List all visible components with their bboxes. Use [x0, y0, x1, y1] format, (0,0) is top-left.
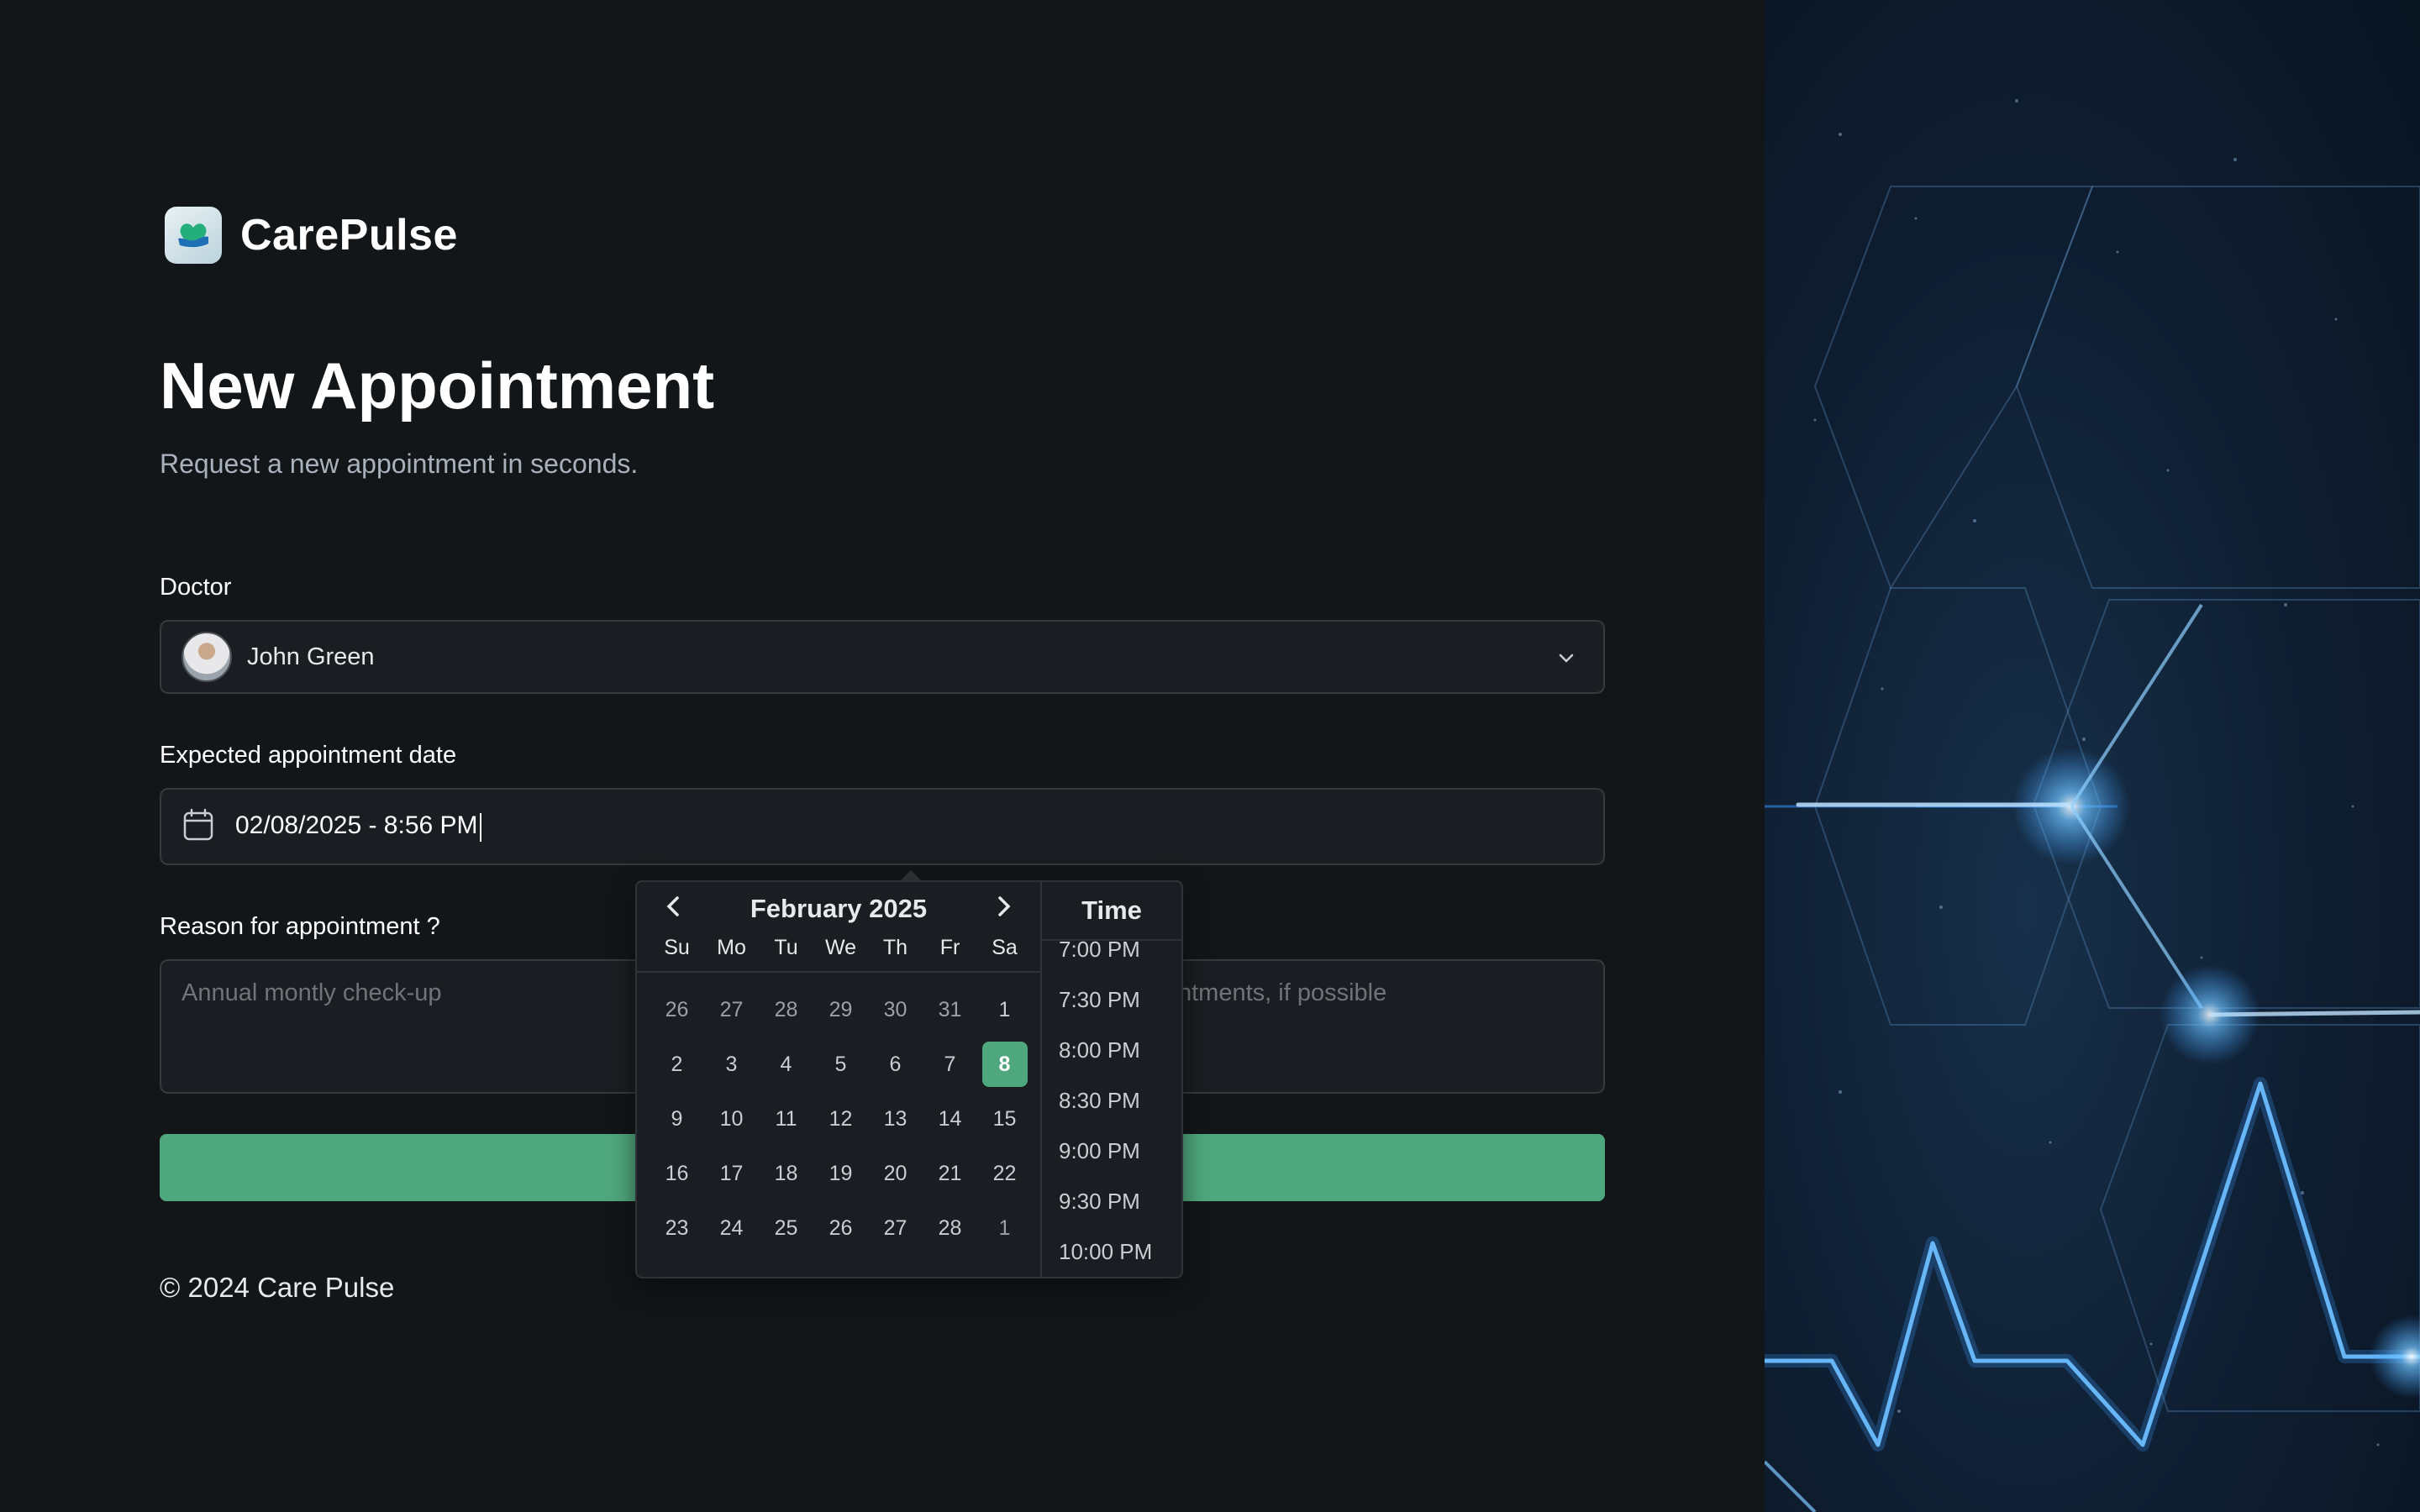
- weekday-label: Tu: [774, 936, 798, 959]
- calendar-day[interactable]: 31: [923, 983, 977, 1037]
- date-input[interactable]: 02/08/2025 - 8:56 PM: [160, 788, 1605, 865]
- calendar-day[interactable]: 1: [977, 983, 1032, 1037]
- calendar-day[interactable]: 18: [759, 1147, 813, 1201]
- calendar-month-label: February 2025: [750, 894, 928, 923]
- calendar-day[interactable]: 13: [868, 1092, 923, 1147]
- heart-hand-logo-icon: [165, 207, 222, 264]
- time-panel: Time 7:00 PM 7:30 PM 8:00 PM 8:30 PM 9:00 PM…: [1042, 882, 1181, 1277]
- doctor-avatar: [182, 632, 232, 682]
- weekday-label: Sa: [992, 936, 1018, 959]
- doctor-label: Doctor: [160, 574, 232, 601]
- calendar-day[interactable]: 26: [650, 983, 704, 1037]
- brand-name: CarePulse: [240, 211, 458, 260]
- weekday-label: We: [824, 936, 857, 959]
- calendar-day-selected[interactable]: 8: [977, 1037, 1032, 1092]
- hero-image: [1765, 0, 2420, 1512]
- calendar-day[interactable]: 29: [813, 983, 868, 1037]
- time-option[interactable]: 10:00 PM: [1042, 1226, 1181, 1277]
- time-option[interactable]: 9:00 PM: [1042, 1126, 1181, 1176]
- calendar-header: February 2025: [637, 882, 1040, 936]
- chevron-down-icon[interactable]: [1555, 647, 1578, 675]
- calendar-day[interactable]: 5: [813, 1037, 868, 1092]
- time-option[interactable]: 8:00 PM: [1042, 1025, 1181, 1075]
- time-option[interactable]: 9:30 PM: [1042, 1176, 1181, 1226]
- calendar-day[interactable]: 27: [704, 983, 759, 1037]
- brand-logo: CarePulse: [165, 207, 458, 264]
- weekday-label: Th: [882, 936, 908, 959]
- doctor-selected-value: John Green: [247, 643, 375, 670]
- calendar-day[interactable]: 14: [923, 1092, 977, 1147]
- reason-label: Reason for appointment ?: [160, 913, 440, 940]
- page-title: New Appointment: [160, 349, 715, 423]
- calendar-day[interactable]: 2: [650, 1037, 704, 1092]
- calendar-day[interactable]: 16: [650, 1147, 704, 1201]
- chevron-right-icon[interactable]: [993, 894, 1015, 924]
- calendar-day[interactable]: 19: [813, 1147, 868, 1201]
- calendar-day[interactable]: 20: [868, 1147, 923, 1201]
- weekday-label: Fr: [939, 936, 960, 959]
- time-option[interactable]: 7:00 PM: [1042, 937, 1181, 974]
- calendar-day[interactable]: 12: [813, 1092, 868, 1147]
- date-input-value[interactable]: 02/08/2025 - 8:56 PM: [235, 811, 481, 842]
- calendar-day[interactable]: 30: [868, 983, 923, 1037]
- calendar-day[interactable]: 27: [868, 1201, 923, 1256]
- time-header: Time: [1042, 882, 1181, 941]
- calendar-day[interactable]: 7: [923, 1037, 977, 1092]
- chevron-left-icon[interactable]: [662, 894, 684, 924]
- datepicker-popover: February 2025 Su Mo Tu We Th Fr Sa 26 27 28 29 30 3…: [635, 880, 1183, 1278]
- date-label: Expected appointment date: [160, 742, 457, 769]
- calendar-days: 26 27 28 29 30 31 1 2 3 4 5 6 7 8 9 10 11 12 13 14 15 16 17 18 1…: [637, 973, 1040, 1256]
- calendar-day[interactable]: 28: [923, 1201, 977, 1256]
- reason-placeholder: Annual montly check-up: [182, 979, 442, 1006]
- calendar-day[interactable]: 3: [704, 1037, 759, 1092]
- footer-copyright: © 2024 Care Pulse: [160, 1272, 395, 1303]
- doctor-select[interactable]: John Green: [160, 620, 1605, 694]
- weekday-label: Su: [664, 936, 690, 959]
- time-option[interactable]: 7:30 PM: [1042, 974, 1181, 1025]
- heartbeat-hexagon-art: [1765, 99, 2420, 1512]
- calendar-day[interactable]: 9: [650, 1092, 704, 1147]
- calendar-panel: February 2025 Su Mo Tu We Th Fr Sa 26 27 28 29 30 3…: [637, 882, 1042, 1277]
- calendar-day[interactable]: 10: [704, 1092, 759, 1147]
- calendar-day[interactable]: 15: [977, 1092, 1032, 1147]
- weekday-label: Mo: [717, 936, 746, 959]
- calendar-day[interactable]: 23: [650, 1201, 704, 1256]
- calendar-day[interactable]: 22: [977, 1147, 1032, 1201]
- time-list[interactable]: 7:00 PM 7:30 PM 8:00 PM 8:30 PM 9:00 PM 9:30 …: [1042, 937, 1181, 1277]
- calendar-day[interactable]: 25: [759, 1201, 813, 1256]
- form-panel: CarePulse New Appointment Request a new …: [0, 0, 1765, 1512]
- calendar-day[interactable]: 1: [977, 1201, 1032, 1256]
- calendar-day[interactable]: 24: [704, 1201, 759, 1256]
- calendar-day[interactable]: 17: [704, 1147, 759, 1201]
- calendar-weekdays: Su Mo Tu We Th Fr Sa: [637, 936, 1040, 973]
- time-option[interactable]: 8:30 PM: [1042, 1075, 1181, 1126]
- calendar-day[interactable]: 21: [923, 1147, 977, 1201]
- calendar-day[interactable]: 4: [759, 1037, 813, 1092]
- notes-placeholder: ntments, if possible: [1178, 979, 1387, 1006]
- calendar-day[interactable]: 26: [813, 1201, 868, 1256]
- calendar-icon[interactable]: [182, 807, 215, 847]
- text-caret: [479, 812, 481, 842]
- calendar-day[interactable]: 11: [759, 1092, 813, 1147]
- page-subtitle: Request a new appointment in seconds.: [160, 449, 639, 479]
- calendar-day[interactable]: 28: [759, 983, 813, 1037]
- calendar-day[interactable]: 6: [868, 1037, 923, 1092]
